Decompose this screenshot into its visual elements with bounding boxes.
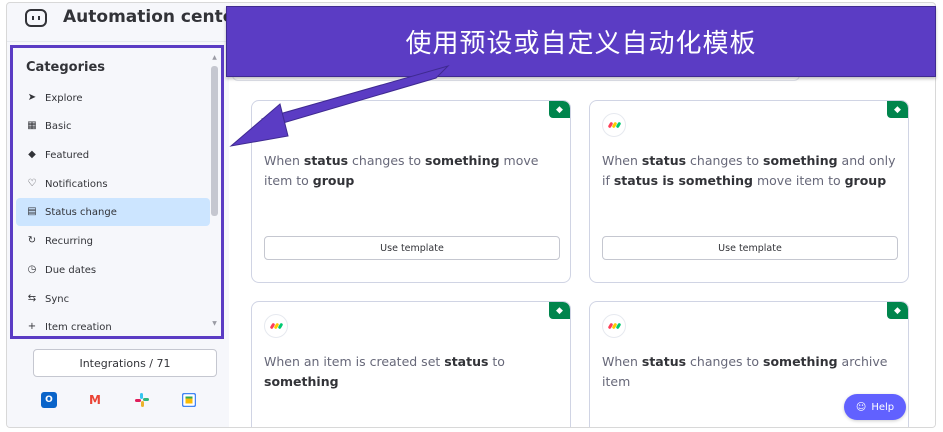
category-basic[interactable]: ▦ Basic	[16, 112, 210, 140]
gmail-icon[interactable]: M	[87, 392, 103, 408]
recurring-icon: ↻	[27, 235, 37, 246]
help-button[interactable]: ☺ Help	[844, 394, 906, 420]
plus-icon: +	[27, 321, 37, 332]
help-label: Help	[871, 401, 895, 413]
monday-logo-icon	[264, 314, 288, 338]
category-label: Notifications	[45, 178, 108, 190]
templates-area: ◆ When status changes to something move …	[229, 42, 935, 427]
category-label: Sync	[45, 293, 70, 305]
category-label: Recurring	[45, 235, 93, 247]
help-icon: ☺	[855, 401, 867, 413]
alarm-clock-icon: ◷	[27, 264, 37, 275]
category-label: Basic	[45, 120, 72, 132]
category-recurring[interactable]: ↻ Recurring	[16, 227, 210, 255]
integrations-button[interactable]: Integrations / 71	[33, 349, 217, 377]
rocket-icon: ➤	[27, 92, 37, 103]
slack-icon[interactable]	[134, 392, 150, 408]
scroll-down-arrow[interactable]: ▼	[211, 320, 218, 327]
category-explore[interactable]: ➤ Explore	[16, 84, 210, 112]
category-featured[interactable]: ◆ Featured	[16, 141, 210, 169]
google-calendar-icon[interactable]	[181, 392, 197, 408]
diamond-icon: ◆	[887, 101, 908, 118]
scrollbar-thumb[interactable]	[211, 66, 218, 216]
use-template-button[interactable]: Use template	[602, 236, 898, 260]
category-label: Due dates	[45, 264, 97, 276]
blocks-icon: ▦	[27, 120, 37, 131]
template-card[interactable]: ◆ When an item is created set status to …	[251, 301, 571, 427]
category-label: Explore	[45, 92, 83, 104]
bell-icon: ♡	[27, 178, 37, 189]
template-description: When status changes to something move it…	[264, 153, 539, 188]
diamond-icon: ◆	[549, 302, 570, 319]
category-item-creation[interactable]: + Item creation	[16, 313, 210, 336]
template-description: When an item is created set status to so…	[264, 354, 505, 389]
scroll-up-arrow[interactable]: ▲	[211, 54, 218, 61]
outlook-icon[interactable]: O	[41, 392, 57, 408]
category-label: Featured	[45, 149, 90, 161]
category-sync[interactable]: ⇆ Sync	[16, 285, 210, 313]
page-title: Automation center	[63, 7, 243, 27]
category-due-dates[interactable]: ◷ Due dates	[16, 256, 210, 284]
category-label: Item creation	[45, 321, 112, 333]
category-notifications[interactable]: ♡ Notifications	[16, 170, 210, 198]
diamond-icon: ◆	[549, 101, 570, 118]
sync-icon: ⇆	[27, 293, 37, 304]
template-description: When status changes to something and onl…	[602, 153, 896, 188]
template-card[interactable]: ◆ When status changes to something move …	[251, 100, 571, 283]
use-template-button[interactable]: Use template	[264, 236, 560, 260]
category-status-change[interactable]: ▤ Status change	[16, 198, 210, 226]
annotation-banner: 使用预设或自定义自动化模板	[226, 6, 936, 77]
categories-heading: Categories	[26, 60, 106, 75]
category-label: Status change	[45, 206, 117, 218]
monday-logo-icon	[602, 113, 626, 137]
monday-logo-icon	[602, 314, 626, 338]
diamond-icon: ◆	[887, 302, 908, 319]
template-card[interactable]: ◆ When status changes to something and o…	[589, 100, 909, 283]
automation-robot-icon	[25, 9, 47, 27]
diamond-icon: ◆	[28, 149, 36, 160]
status-list-icon: ▤	[27, 206, 37, 217]
template-description: When status changes to something archive…	[602, 354, 888, 389]
categories-panel: Categories ➤ Explore ▦ Basic ◆ Featured …	[10, 45, 224, 339]
